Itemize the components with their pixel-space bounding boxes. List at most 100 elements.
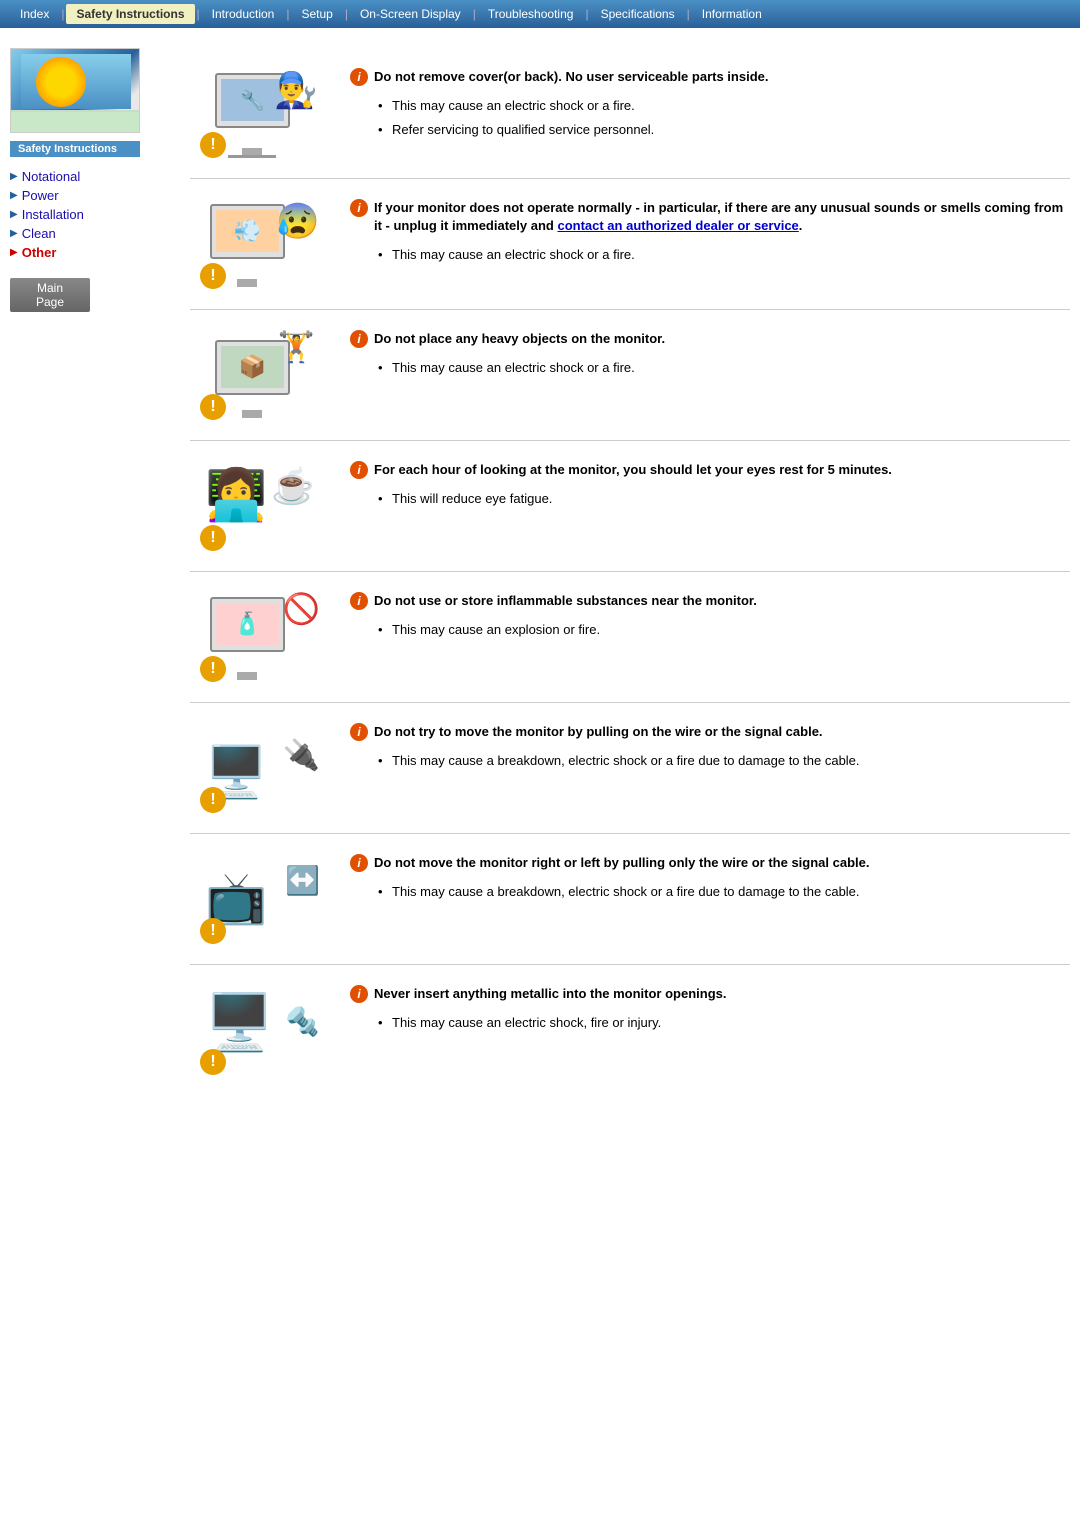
item-title-4: For each hour of looking at the monitor,… xyxy=(350,461,1070,479)
safety-item-8: 🖥️ 🔩 ! Never insert anything metallic in… xyxy=(190,965,1070,1095)
bullet-item: This may cause an electric shock or a fi… xyxy=(378,94,1070,118)
item-bullets-6: This may cause a breakdown, electric sho… xyxy=(378,749,1070,773)
warning-badge-5: ! xyxy=(200,656,226,682)
item-image-4: 👩‍💻 ☕ ! xyxy=(190,461,330,551)
sidebar-badge: Safety Instructions xyxy=(10,141,140,157)
item-image-6: 🖥️ 🔌 ! xyxy=(190,723,330,813)
warning-badge-8: ! xyxy=(200,1049,226,1075)
item-bullets-1: This may cause an electric shock or a fi… xyxy=(378,94,1070,141)
warning-badge-7: ! xyxy=(200,918,226,944)
safety-item-3: 📦 🏋️ ! Do not place any heavy objects on… xyxy=(190,310,1070,441)
bullet-item: Refer servicing to qualified service per… xyxy=(378,118,1070,142)
illustration-1: 🔧 👨‍🔧 ! xyxy=(200,68,320,158)
safety-item-2: 💨 😰 ! If your monitor does not operate n… xyxy=(190,179,1070,310)
dealer-link[interactable]: contact an authorized dealer or service xyxy=(557,218,798,233)
item-text-2: If your monitor does not operate normall… xyxy=(350,199,1070,267)
warning-badge-4: ! xyxy=(200,525,226,551)
nav-item-safety[interactable]: Safety Instructions xyxy=(66,4,194,24)
info-icon-3 xyxy=(350,330,368,348)
item-bullets-5: This may cause an explosion or fire. xyxy=(378,618,1070,642)
nav-item-specs[interactable]: Specifications xyxy=(591,4,685,24)
main-layout: Safety Instructions ▶ Notational ▶ Power… xyxy=(0,28,1080,1115)
item-title-1: Do not remove cover(or back). No user se… xyxy=(350,68,1070,86)
safety-item-4: 👩‍💻 ☕ ! For each hour of looking at the … xyxy=(190,441,1070,572)
item-text-4: For each hour of looking at the monitor,… xyxy=(350,461,1070,511)
item-title-5: Do not use or store inflammable substanc… xyxy=(350,592,1070,610)
main-content: 🔧 👨‍🔧 ! Do not remove cover(or back). No… xyxy=(170,48,1070,1095)
item-bullets-8: This may cause an electric shock, fire o… xyxy=(378,1011,1070,1035)
top-navigation: Index | Safety Instructions | Introducti… xyxy=(0,0,1080,28)
arrow-icon: ▶ xyxy=(10,228,18,239)
nav-sep-2: | xyxy=(195,7,202,21)
nav-sep-6: | xyxy=(583,7,590,21)
sidebar-link-notational[interactable]: Notational xyxy=(22,169,81,184)
sidebar-item-clean[interactable]: ▶ Clean xyxy=(10,224,170,243)
item-image-2: 💨 😰 ! xyxy=(190,199,330,289)
bullet-item: This may cause a breakdown, electric sho… xyxy=(378,749,1070,773)
item-text-3: Do not place any heavy objects on the mo… xyxy=(350,330,1070,380)
info-icon-6 xyxy=(350,723,368,741)
sidebar-link-other[interactable]: Other xyxy=(22,245,57,260)
item-title-6: Do not try to move the monitor by pullin… xyxy=(350,723,1070,741)
item-bullets-3: This may cause an electric shock or a fi… xyxy=(378,356,1070,380)
sidebar-link-clean[interactable]: Clean xyxy=(22,226,56,241)
nav-item-osd[interactable]: On-Screen Display xyxy=(350,4,471,24)
nav-sep-3: | xyxy=(284,7,291,21)
nav-sep-5: | xyxy=(471,7,478,21)
bullet-item: This may cause an electric shock or a fi… xyxy=(378,243,1070,267)
info-icon-1 xyxy=(350,68,368,86)
warning-badge-1: ! xyxy=(200,132,226,158)
arrow-icon: ▶ xyxy=(10,190,18,201)
bullet-item: This will reduce eye fatigue. xyxy=(378,487,1070,511)
bullet-item: This may cause a breakdown, electric sho… xyxy=(378,880,1070,904)
nav-item-info[interactable]: Information xyxy=(692,4,772,24)
item-bullets-4: This will reduce eye fatigue. xyxy=(378,487,1070,511)
item-title-8: Never insert anything metallic into the … xyxy=(350,985,1070,1003)
main-page-button[interactable]: Main Page xyxy=(10,278,90,312)
item-image-1: 🔧 👨‍🔧 ! xyxy=(190,68,330,158)
item-text-8: Never insert anything metallic into the … xyxy=(350,985,1070,1035)
info-icon-2 xyxy=(350,199,368,217)
sidebar-link-power[interactable]: Power xyxy=(22,188,59,203)
warning-badge-3: ! xyxy=(200,394,226,420)
item-bullets-7: This may cause a breakdown, electric sho… xyxy=(378,880,1070,904)
nav-item-index[interactable]: Index xyxy=(10,4,59,24)
safety-item-7: 📺 ↔️ ! Do not move the monitor right or … xyxy=(190,834,1070,965)
item-title-2: If your monitor does not operate normall… xyxy=(350,199,1070,235)
arrow-icon: ▶ xyxy=(10,171,18,182)
sidebar-link-installation[interactable]: Installation xyxy=(22,207,84,222)
sidebar-item-installation[interactable]: ▶ Installation xyxy=(10,205,170,224)
bullet-item: This may cause an electric shock, fire o… xyxy=(378,1011,1070,1035)
item-title-3: Do not place any heavy objects on the mo… xyxy=(350,330,1070,348)
item-text-6: Do not try to move the monitor by pullin… xyxy=(350,723,1070,773)
item-bullets-2: This may cause an electric shock or a fi… xyxy=(378,243,1070,267)
nav-item-trouble[interactable]: Troubleshooting xyxy=(478,4,584,24)
safety-item-1: 🔧 👨‍🔧 ! Do not remove cover(or back). No… xyxy=(190,48,1070,179)
bullet-item: This may cause an explosion or fire. xyxy=(378,618,1070,642)
item-image-7: 📺 ↔️ ! xyxy=(190,854,330,944)
bullet-item: This may cause an electric shock or a fi… xyxy=(378,356,1070,380)
item-text-1: Do not remove cover(or back). No user se… xyxy=(350,68,1070,141)
nav-sep-1: | xyxy=(59,7,66,21)
item-image-3: 📦 🏋️ ! xyxy=(190,330,330,420)
nav-sep-7: | xyxy=(685,7,692,21)
arrow-icon: ▶ xyxy=(10,209,18,220)
sidebar-item-other[interactable]: ▶ Other xyxy=(10,243,170,262)
safety-item-6: 🖥️ 🔌 ! Do not try to move the monitor by… xyxy=(190,703,1070,834)
arrow-icon: ▶ xyxy=(10,247,18,258)
safety-item-5: 🧴 🚫 ! Do not use or store inflammable su… xyxy=(190,572,1070,703)
warning-badge-2: ! xyxy=(200,263,226,289)
item-image-8: 🖥️ 🔩 ! xyxy=(190,985,330,1075)
sidebar-nav: ▶ Notational ▶ Power ▶ Installation ▶ Cl… xyxy=(10,167,170,262)
nav-item-intro[interactable]: Introduction xyxy=(202,4,285,24)
sidebar: Safety Instructions ▶ Notational ▶ Power… xyxy=(10,48,170,1095)
nav-item-setup[interactable]: Setup xyxy=(291,4,342,24)
nav-sep-4: | xyxy=(343,7,350,21)
item-image-5: 🧴 🚫 ! xyxy=(190,592,330,682)
item-text-5: Do not use or store inflammable substanc… xyxy=(350,592,1070,642)
item-title-7: Do not move the monitor right or left by… xyxy=(350,854,1070,872)
sidebar-item-notational[interactable]: ▶ Notational xyxy=(10,167,170,186)
info-icon-5 xyxy=(350,592,368,610)
sidebar-item-power[interactable]: ▶ Power xyxy=(10,186,170,205)
info-icon-7 xyxy=(350,854,368,872)
